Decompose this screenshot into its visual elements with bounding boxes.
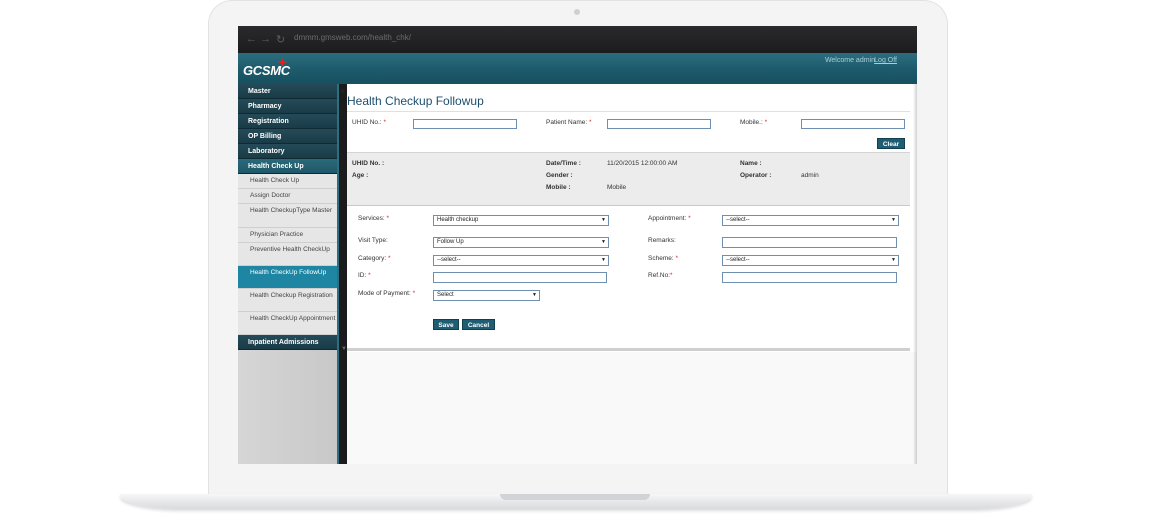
visit-type-select[interactable]: Follow Up ▼ (433, 237, 609, 248)
info-mobile-label: Mobile : (546, 184, 571, 191)
id-input[interactable] (433, 272, 607, 283)
cancel-button[interactable]: Cancel (462, 319, 495, 330)
subitem-health-check-up[interactable]: Health Check Up (238, 174, 337, 189)
app-header (238, 53, 917, 84)
refno-input[interactable] (722, 272, 897, 283)
welcome-text: Welcome admin (824, 57, 875, 64)
chevron-down-icon: ▼ (601, 239, 606, 245)
sidebar-menu: Master Pharmacy Registration OP Billing … (238, 84, 337, 350)
chevron-down-icon: ▼ (891, 257, 896, 263)
appointment-label: Appointment: * (648, 215, 691, 222)
address-bar[interactable]: dmmm.gmsweb.com/health_chk/ (294, 33, 411, 42)
logo-cross-icon: + (278, 54, 287, 71)
subitem-checkup-followup[interactable]: Health CheckUp FollowUp (238, 266, 337, 289)
info-datetime-label: Date/Time : (546, 160, 581, 167)
browser-bar: ← → ↻ dmmm.gmsweb.com/health_chk/ (238, 26, 917, 53)
camera-icon (574, 9, 580, 15)
forward-icon[interactable]: → (260, 33, 271, 45)
clear-button[interactable]: Clear (877, 138, 905, 149)
scheme-select[interactable]: --select-- ▼ (722, 255, 899, 266)
visit-type-label: Visit Type: (358, 237, 388, 244)
uhid-label: UHID No.: * (352, 119, 386, 126)
remarks-input[interactable] (722, 237, 897, 248)
sidebar-item-laboratory[interactable]: Laboratory (238, 144, 337, 159)
chevron-down-icon: ▼ (891, 217, 896, 223)
patient-name-label: Patient Name: * (546, 119, 592, 126)
appointment-select[interactable]: --select-- ▼ (722, 215, 899, 226)
refno-label: Ref.No:* (648, 272, 673, 279)
back-icon[interactable]: ← (246, 33, 257, 45)
sidebar-item-registration[interactable]: Registration (238, 114, 337, 129)
mode-of-payment-label: Mode of Payment: * (358, 290, 416, 297)
services-label: Services: * (358, 215, 390, 222)
sidebar: Master Pharmacy Registration OP Billing … (238, 84, 337, 464)
patient-name-input[interactable] (607, 119, 711, 129)
page-title: Health Checkup Followup (347, 94, 484, 108)
info-age-label: Age : (352, 172, 369, 179)
sidebar-item-op-billing[interactable]: OP Billing (238, 129, 337, 144)
collapse-arrow-icon[interactable]: ◀ (339, 87, 344, 95)
chevron-down-icon: ▼ (601, 257, 606, 263)
followup-form: Services: * Health checkup ▼ Appointment:… (347, 206, 910, 351)
subitem-assign-doctor[interactable]: Assign Doctor (238, 189, 337, 204)
uhid-input[interactable] (413, 119, 517, 129)
info-operator-value: admin (801, 172, 819, 179)
screen-edge-shadow (913, 84, 917, 464)
subitem-checkup-appointment[interactable]: Health CheckUp Appointment (238, 312, 337, 335)
services-select[interactable]: Health checkup ▼ (433, 215, 609, 226)
laptop-notch (500, 494, 650, 500)
sidebar-item-master[interactable]: Master (238, 84, 337, 99)
subitem-physician-practice[interactable]: Physician Practice (238, 228, 337, 243)
mode-of-payment-select[interactable]: Select ▼ (433, 290, 540, 301)
subitem-checkup-registration[interactable]: Health Checkup Registration (238, 289, 337, 312)
info-mobile-value: Mobile (607, 184, 627, 191)
info-name-label: Name : (740, 160, 762, 167)
reload-icon[interactable]: ↻ (276, 33, 285, 46)
subitem-checkup-type-master[interactable]: Health CheckupType Master (238, 204, 337, 228)
mobile-label: Mobile.: * (740, 119, 768, 126)
info-operator-label: Operator : (740, 172, 772, 179)
chevron-down-icon: ▼ (532, 292, 537, 298)
search-panel: UHID No.: * Patient Name: * Mobile.: * C… (347, 111, 910, 153)
mobile-input[interactable] (801, 119, 905, 129)
id-label: ID: * (358, 272, 371, 279)
remarks-label: Remarks: (648, 237, 676, 244)
sidebar-item-pharmacy[interactable]: Pharmacy (238, 99, 337, 114)
sidebar-divider (337, 84, 339, 464)
logoff-link[interactable]: Log Off (874, 57, 897, 64)
save-button[interactable]: Save (433, 319, 459, 330)
category-label: Category: * (358, 255, 391, 262)
info-gender-label: Gender : (546, 172, 573, 179)
lower-blank-area (347, 352, 917, 464)
category-select[interactable]: --select-- ▼ (433, 255, 609, 266)
patient-info-panel: UHID No. : Age : Date/Time : 11/20/2015 … (347, 152, 910, 207)
sidebar-item-health-check-up[interactable]: Health Check Up (238, 159, 337, 174)
info-uhid-label: UHID No. : (352, 160, 385, 167)
chevron-down-icon: ▼ (601, 217, 606, 223)
subitem-preventive-health[interactable]: Preventive Health CheckUp (238, 243, 337, 266)
info-datetime-value: 11/20/2015 12:00:00 AM (607, 160, 678, 167)
sidebar-item-inpatient-admissions[interactable]: Inpatient Admissions (238, 335, 337, 350)
laptop-screen: ← → ↻ dmmm.gmsweb.com/health_chk/ GCSMC … (238, 26, 917, 464)
scheme-label: Scheme: * (648, 255, 678, 262)
